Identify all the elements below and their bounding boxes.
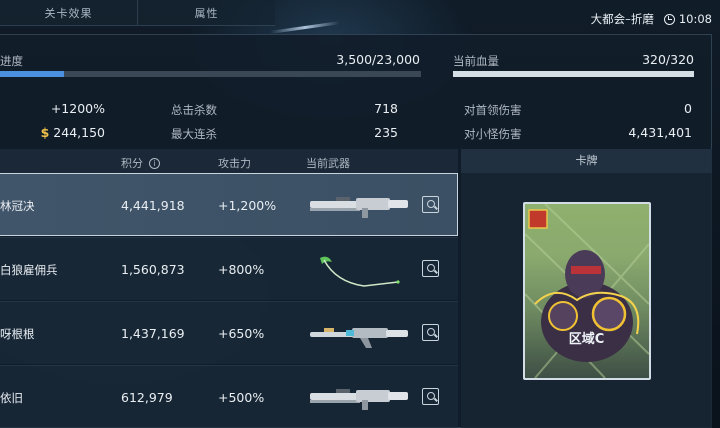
player-score: 1,560,873 bbox=[121, 262, 185, 277]
money-value: 244,150 bbox=[53, 125, 105, 140]
player-name: 白狼雇佣兵 bbox=[0, 263, 58, 277]
status-bar: 大都会–折磨 10:08 bbox=[591, 11, 712, 27]
player-name: 依旧 bbox=[0, 391, 23, 405]
total-kills-label: 总击杀数 bbox=[171, 103, 217, 117]
hp-label: 当前血量 bbox=[453, 54, 499, 68]
card-header: 卡牌 bbox=[461, 149, 712, 173]
character-card[interactable] bbox=[523, 202, 651, 380]
player-attack: +650% bbox=[218, 326, 265, 341]
max-combo-label: 最大连杀 bbox=[171, 127, 217, 141]
player-score: 612,979 bbox=[121, 390, 173, 405]
player-attack: +800% bbox=[218, 262, 265, 277]
table-row[interactable]: 白狼雇佣兵 1,560,873 +800% bbox=[0, 237, 458, 300]
player-attack: +500% bbox=[218, 390, 265, 405]
table-row[interactable]: 呀根根 1,437,169 +650% bbox=[0, 301, 458, 364]
inspect-button[interactable] bbox=[422, 324, 439, 341]
money-row: $244,150 bbox=[0, 125, 105, 140]
ornate-rifle-icon bbox=[310, 328, 408, 348]
results-panel: 进度 3,500/23,000 当前血量 320/320 +1200% $244… bbox=[0, 34, 712, 428]
score-header: 积分 i bbox=[121, 155, 160, 171]
player-score: 4,441,918 bbox=[121, 198, 185, 213]
progress-value: 3,500/23,000 bbox=[336, 52, 420, 67]
progress-bar-fill bbox=[0, 71, 64, 77]
character-portrait-icon bbox=[525, 204, 649, 378]
time-label: 10:08 bbox=[678, 12, 712, 26]
coin-icon: $ bbox=[40, 125, 50, 140]
minion-damage-label: 对小怪伤害 bbox=[464, 127, 522, 141]
player-name: 林冠决 bbox=[0, 199, 35, 213]
hp-bar bbox=[453, 71, 694, 77]
location-label: 大都会–折磨 bbox=[590, 12, 654, 26]
boss-damage-label: 对首领伤害 bbox=[464, 103, 522, 117]
tab-attributes[interactable]: 属性 bbox=[137, 0, 275, 25]
top-tabs: 关卡效果 属性 bbox=[0, 0, 275, 26]
minion-damage-value: 4,431,401 bbox=[628, 125, 692, 140]
boss-damage-value: 0 bbox=[684, 101, 692, 116]
max-combo-value: 235 bbox=[374, 125, 398, 140]
table-row[interactable]: 依旧 612,979 +500% bbox=[0, 365, 458, 428]
inspect-button[interactable] bbox=[422, 196, 439, 213]
hp-bar-fill bbox=[453, 71, 694, 77]
total-kills-value: 718 bbox=[374, 101, 398, 116]
card-pane: 卡牌 bbox=[461, 149, 712, 428]
zone-label: 区域C bbox=[568, 332, 605, 347]
progress-label: 进度 bbox=[0, 54, 23, 68]
tab-level-effects[interactable]: 关卡效果 bbox=[0, 0, 137, 25]
score-header-label: 积分 bbox=[121, 157, 143, 170]
inspect-button[interactable] bbox=[422, 260, 439, 277]
gatling-rifle-icon bbox=[310, 197, 408, 218]
green-scythe-icon bbox=[320, 256, 400, 287]
inspect-button[interactable] bbox=[422, 388, 439, 405]
progress-bar bbox=[0, 71, 421, 77]
player-score: 1,437,169 bbox=[121, 326, 185, 341]
attack-header: 攻击力 bbox=[218, 157, 251, 170]
info-icon[interactable]: i bbox=[149, 158, 160, 169]
gatling-rifle-icon bbox=[310, 389, 408, 410]
bonus-value: +1200% bbox=[50, 101, 105, 116]
weapon-header: 当前武器 bbox=[306, 157, 350, 170]
hp-value: 320/320 bbox=[642, 52, 694, 67]
table-row[interactable]: 林冠决 4,441,918 +1,200% bbox=[0, 173, 458, 236]
clock-icon bbox=[663, 13, 675, 25]
player-attack: +1,200% bbox=[218, 198, 277, 213]
player-name: 呀根根 bbox=[0, 327, 35, 341]
table-header: 积分 i 攻击力 当前武器 bbox=[0, 149, 458, 173]
